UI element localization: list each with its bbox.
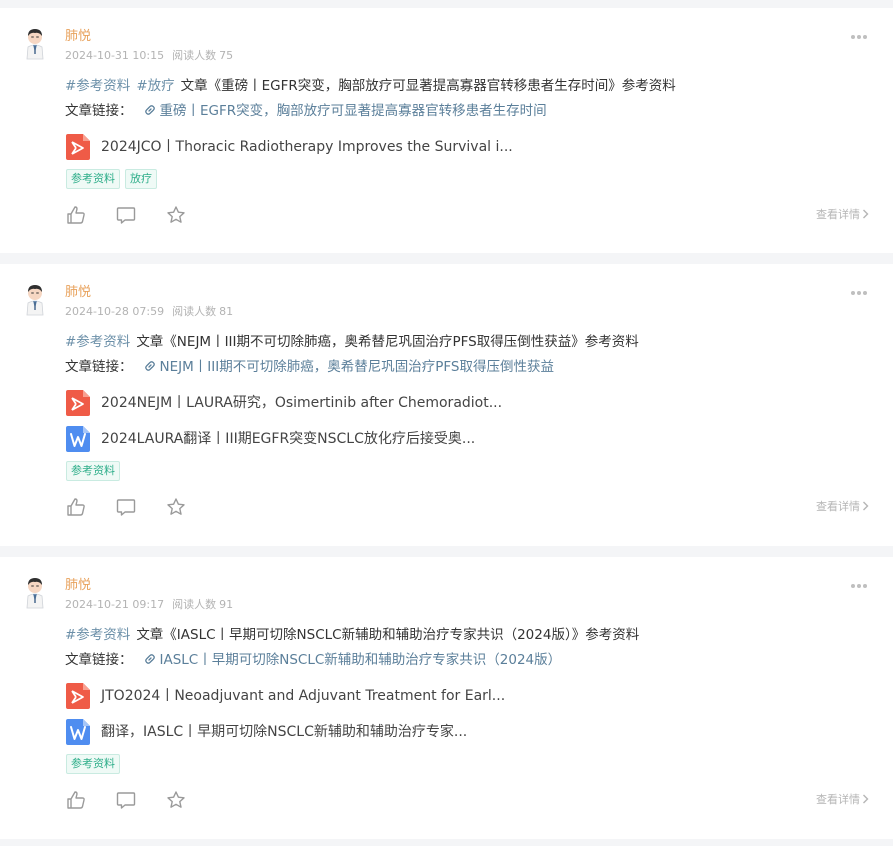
star-icon[interactable] <box>166 497 186 517</box>
doctor-avatar-icon[interactable] <box>22 284 48 316</box>
tag-badge[interactable]: 参考资料 <box>66 169 120 189</box>
post-date: 2024-10-21 09:17 <box>65 598 165 611</box>
post-card: 肺悦 2024-10-28 07:59 阅读人数 81 #参考资料 文章《NEJM丨III… <box>0 264 893 546</box>
post-meta: 2024-10-21 09:17 阅读人数 91 <box>65 598 241 612</box>
doctor-avatar-icon[interactable] <box>22 28 48 60</box>
read-count: 91 <box>219 598 234 611</box>
article-link-text[interactable]: NEJM丨III期不可切除肺癌，奥希替尼巩固治疗PFS取得压倒性获益 <box>160 359 554 375</box>
read-count: 81 <box>219 305 234 318</box>
comment-icon[interactable] <box>116 790 136 810</box>
post-title[interactable]: #参考资料 文章《NEJM丨III期不可切除肺癌，奥希替尼巩固治疗PFS取得压倒性… <box>65 333 639 351</box>
post-card: 肺悦 2024-10-31 10:15 阅读人数 75 #参考资料 #放疗 文章《重磅丨EG… <box>0 8 893 253</box>
thumbs-up-icon[interactable] <box>66 497 86 517</box>
post-title[interactable]: #参考资料 文章《IASLC丨早期可切除NSCLC新辅助和辅助治疗专家共识（202… <box>65 626 639 644</box>
view-details-link[interactable]: 查看详情 <box>816 208 869 222</box>
topic-tag-link[interactable]: #放疗 <box>136 78 174 94</box>
comment-icon[interactable] <box>116 205 136 225</box>
read-count: 75 <box>219 49 234 62</box>
post-title-text[interactable]: 文章《重磅丨EGFR突变，胸部放疗可显著提高寡器官转移患者生存时间》参考资料 <box>181 78 676 94</box>
attachment-name[interactable]: 2024JCO丨Thoracic Radiotherapy Improves t… <box>101 138 513 156</box>
view-details-link[interactable]: 查看详情 <box>816 793 869 807</box>
chevron-right-icon <box>860 208 869 221</box>
attachment-name[interactable]: 翻译，IASLC丨早期可切除NSCLC新辅助和辅助治疗专家... <box>101 723 467 741</box>
read-count-label: 阅读人数 <box>172 49 217 62</box>
pdf-file-icon <box>66 134 90 160</box>
post-meta: 2024-10-31 10:15 阅读人数 75 <box>65 49 241 63</box>
view-details-label[interactable]: 查看详情 <box>816 500 860 513</box>
topic-tag-link[interactable]: #参考资料 <box>65 334 130 350</box>
tag-badges: 参考资料 <box>66 461 125 481</box>
thumbs-up-icon[interactable] <box>66 790 86 810</box>
author-name[interactable]: 肺悦 <box>65 29 91 45</box>
view-details-label[interactable]: 查看详情 <box>816 793 860 806</box>
view-details-label[interactable]: 查看详情 <box>816 208 860 221</box>
article-link-label: 文章链接： <box>65 652 133 668</box>
post-title-text[interactable]: 文章《NEJM丨III期不可切除肺癌，奥希替尼巩固治疗PFS取得压倒性获益》参考… <box>136 334 638 350</box>
article-link[interactable]: NEJM丨III期不可切除肺癌，奥希替尼巩固治疗PFS取得压倒性获益 <box>143 359 554 375</box>
article-link-row: 文章链接： 重磅丨EGFR突变，胸部放疗可显著提高寡器官转移患者生存时间 <box>65 102 547 122</box>
view-details-link[interactable]: 查看详情 <box>816 500 869 514</box>
attachment-name[interactable]: 2024LAURA翻译丨III期EGFR突变NSCLC放化疗后接受奥... <box>101 430 475 448</box>
star-icon[interactable] <box>166 205 186 225</box>
doctor-avatar-icon[interactable] <box>22 577 48 609</box>
topic-tag-link[interactable]: #参考资料 <box>65 78 130 94</box>
post-date: 2024-10-31 10:15 <box>65 49 165 62</box>
link-chain-icon <box>143 359 157 378</box>
link-chain-icon <box>143 103 157 122</box>
more-dots-icon[interactable] <box>851 35 869 41</box>
read-count-label: 阅读人数 <box>172 305 217 318</box>
tag-badges: 参考资料 <box>66 754 125 774</box>
more-dots-icon[interactable] <box>851 291 869 297</box>
article-link-text[interactable]: 重磅丨EGFR突变，胸部放疗可显著提高寡器官转移患者生存时间 <box>160 103 547 119</box>
post-date: 2024-10-28 07:59 <box>65 305 165 318</box>
post-title[interactable]: #参考资料 #放疗 文章《重磅丨EGFR突变，胸部放疗可显著提高寡器官转移患者生存时… <box>65 77 676 95</box>
article-link-row: 文章链接： IASLC丨早期可切除NSCLC新辅助和辅助治疗专家共识（2024版） <box>65 651 561 671</box>
tag-badges: 参考资料 放疗 <box>66 169 162 189</box>
attachment-name[interactable]: 2024NEJM丨LAURA研究，Osimertinib after Chemo… <box>101 394 502 412</box>
topic-tag-link[interactable]: #参考资料 <box>65 627 130 643</box>
article-link-row: 文章链接： NEJM丨III期不可切除肺癌，奥希替尼巩固治疗PFS取得压倒性获益 <box>65 358 554 378</box>
chevron-right-icon <box>860 500 869 513</box>
post-feed: 肺悦 2024-10-31 10:15 阅读人数 75 #参考资料 #放疗 文章《重磅丨EG… <box>0 0 893 846</box>
tag-badge[interactable]: 参考资料 <box>66 754 120 774</box>
article-link[interactable]: 重磅丨EGFR突变，胸部放疗可显著提高寡器官转移患者生存时间 <box>143 103 547 119</box>
pdf-file-icon <box>66 683 90 709</box>
post-card: 肺悦 2024-10-21 09:17 阅读人数 91 #参考资料 文章《IASLC丨早期… <box>0 557 893 839</box>
article-link-label: 文章链接： <box>65 359 133 375</box>
post-meta: 2024-10-28 07:59 阅读人数 81 <box>65 305 241 319</box>
read-count-label: 阅读人数 <box>172 598 217 611</box>
comment-icon[interactable] <box>116 497 136 517</box>
tag-badge[interactable]: 参考资料 <box>66 461 120 481</box>
link-chain-icon <box>143 652 157 671</box>
word-file-icon <box>66 426 90 452</box>
thumbs-up-icon[interactable] <box>66 205 86 225</box>
author-name[interactable]: 肺悦 <box>65 285 91 301</box>
word-file-icon <box>66 719 90 745</box>
attachment-name[interactable]: JTO2024丨Neoadjuvant and Adjuvant Treatme… <box>101 687 505 705</box>
chevron-right-icon <box>860 793 869 806</box>
more-dots-icon[interactable] <box>851 584 869 590</box>
post-title-text[interactable]: 文章《IASLC丨早期可切除NSCLC新辅助和辅助治疗专家共识（2024版）》参… <box>136 627 639 643</box>
star-icon[interactable] <box>166 790 186 810</box>
pdf-file-icon <box>66 390 90 416</box>
article-link-label: 文章链接： <box>65 103 133 119</box>
author-name[interactable]: 肺悦 <box>65 578 91 594</box>
article-link-text[interactable]: IASLC丨早期可切除NSCLC新辅助和辅助治疗专家共识（2024版） <box>160 652 562 668</box>
tag-badge[interactable]: 放疗 <box>125 169 157 189</box>
article-link[interactable]: IASLC丨早期可切除NSCLC新辅助和辅助治疗专家共识（2024版） <box>143 652 562 671</box>
